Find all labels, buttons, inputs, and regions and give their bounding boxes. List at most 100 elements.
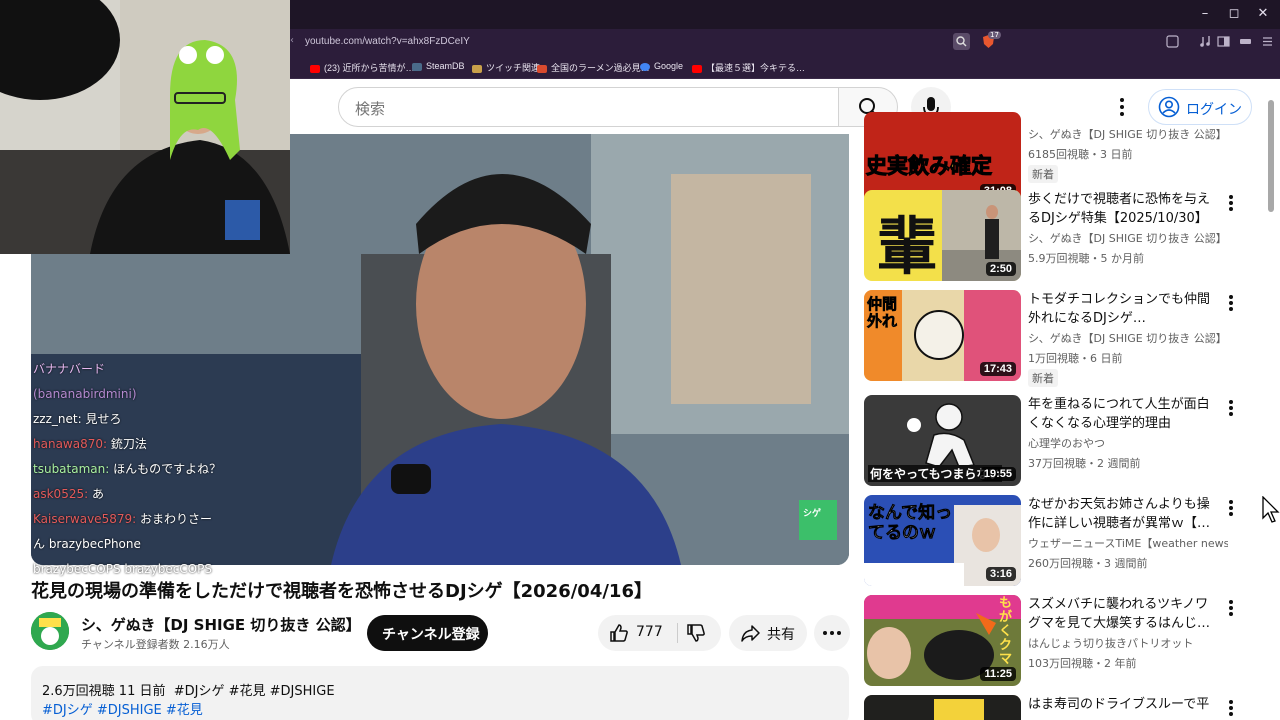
thumbnail-image [864,695,1021,720]
rec-menu-button[interactable] [1224,498,1238,518]
rec-title[interactable]: スズメバチに襲われるツキノワグマを見て大爆笑するはんじ… [1028,595,1216,633]
rec-menu-button[interactable] [1224,698,1238,718]
bookmark-label: SteamDB [426,61,465,71]
thumbnail-text: 史実飲み確定 [866,154,993,179]
video-duration: 19:55 [979,467,1016,481]
page-scrollbar[interactable] [1268,100,1274,212]
rec-menu-button[interactable] [1224,598,1238,618]
like-button[interactable]: 777 [598,615,678,651]
reader-mode-icon[interactable] [1164,33,1181,50]
menu-icon[interactable] [1259,33,1276,50]
google-icon [640,62,650,71]
screen: – ◻ ✕ ‹ youtube.com/watch?v=ahx8FzDCeIY … [0,0,1280,720]
recommendation-item[interactable]: もがくクマ 11:25 スズメバチに襲われるツキノワグマを見て大爆笑するはんじ…… [864,595,1244,690]
video-thumbnail[interactable]: 仲間外れ 17:43 [864,290,1021,381]
mouse-cursor-icon [1262,496,1280,523]
bookmark-label: 全国のラーメン過必見… [551,63,650,73]
rec-channel[interactable]: シ、ゲぬき【DJ SHIGE 切り抜き 公認】 [1028,330,1228,346]
more-vert-icon [1229,600,1233,616]
chat-line: zzz_net: 見せろ [33,407,263,432]
chat-line: (bananabirdmini) [33,382,263,407]
sidebar-icon[interactable] [1215,33,1232,50]
recommendation-item[interactable]: 仲間外れ 17:43 トモダチコレクションでも仲間外れになるDJシゲ… シ、ゲぬ… [864,290,1244,387]
thumbnail-text: 輩 [876,210,939,281]
bookmark-item[interactable]: ツイッチ関連 [472,61,540,74]
rec-menu-button[interactable] [1224,398,1238,418]
share-icon [741,625,760,642]
chat-username: バナナバード [33,362,106,376]
video-thumbnail[interactable]: 輩 2:50 [864,190,1021,281]
more-vert-icon [1229,700,1233,716]
media-icon[interactable] [1197,33,1214,50]
rec-menu-button[interactable] [1224,193,1238,213]
ramen-site-icon [537,64,547,73]
more-vert-icon [1229,295,1233,311]
rec-title[interactable]: 歩くだけで視聴者に恐怖を与えるDJシゲ特集【2025/10/30】 [1028,190,1216,228]
rec-title[interactable]: トモダチコレクションでも仲間外れになるDJシゲ… [1028,290,1216,328]
rec-channel[interactable]: 心理学のおやつ [1028,435,1228,451]
rec-channel[interactable]: はんじょう切り抜きパトリオット [1028,635,1228,651]
hashtag-links[interactable]: #DJシゲ #DJSHIGE #花見 [42,699,203,718]
chat-line: tsubataman: ほんものですよね？ [33,457,263,482]
rec-title[interactable]: はま寿司のドライブスルーで平 [1028,695,1216,714]
maximize-button[interactable]: ◻ [1219,6,1249,21]
video-thumbnail[interactable] [864,695,1021,720]
video-thumbnail[interactable]: なんで知ってるのｗ 3:16 [864,495,1021,586]
bookmark-item[interactable]: (23) 近所から苦情が… [310,61,415,74]
description-box[interactable]: 2.6万回視聴 11 日前 #DJシゲ #花見 #DJSHIGE #DJシゲ #… [31,666,849,720]
inline-tags[interactable]: #DJシゲ #花見 #DJSHIGE [174,684,335,699]
rec-title[interactable]: 年を重ねるにつれて人生が面白くなくなる心理学的理由 [1028,395,1216,433]
close-button[interactable]: ✕ [1248,6,1278,21]
zoom-icon[interactable] [953,33,970,50]
like-count: 777 [636,624,663,640]
wallet-icon[interactable] [1237,33,1254,50]
brave-shield-icon[interactable]: 17 [980,31,1001,50]
minimize-button[interactable]: – [1190,6,1220,21]
more-actions-button[interactable] [814,615,850,651]
video-thumbnail[interactable]: もがくクマ 11:25 [864,595,1021,686]
chat-message: ん brazybecPhone [33,537,141,551]
rec-meta: 37万回視聴・2 週間前 [1028,457,1141,470]
channel-name[interactable]: シ、ゲぬき【DJ SHIGE 切り抜き 公認】 [81,614,361,635]
dislike-button[interactable] [678,615,721,651]
bookmark-label: Google [654,61,684,71]
youtube-icon [310,64,320,73]
video-duration: 2:50 [985,262,1016,276]
webcam-overlay [0,0,290,254]
rec-menu-button[interactable] [1224,293,1238,313]
video-duration: 3:16 [985,567,1016,581]
thumbs-down-icon [687,624,705,642]
bookmark-item[interactable]: Google [640,61,683,71]
bookmark-item[interactable]: 全国のラーメン過必見… [537,61,650,74]
recommendation-item[interactable]: はま寿司のドライブスルーで平 [864,695,1244,720]
thumbs-up-icon [610,624,628,642]
recommendation-item[interactable]: なんで知ってるのｗ 3:16 なぜかお天気お姉さんよりも操作に詳しい視聴者が異常… [864,495,1244,590]
chat-line: ask0525: あ [33,482,263,507]
rec-meta: 260万回視聴・3 週間前 [1028,557,1148,570]
chat-message: 見せろ [85,412,122,426]
subscribe-button[interactable]: チャンネル登録 [367,615,488,651]
rec-channel[interactable]: シ、ゲぬき【DJ SHIGE 切り抜き 公認】 [1028,230,1228,246]
subscriber-count: チャンネル登録者数 2.16万人 [81,638,230,651]
bookmark-item[interactable]: 【最速５選】今キテる… [692,61,805,74]
recommendation-item[interactable]: 輩 2:50 歩くだけで視聴者に恐怖を与えるDJシゲ特集【2025/10/30】… [864,190,1244,285]
more-vert-icon [1229,500,1233,516]
rec-meta: 5.9万回視聴・5 か月前 [1028,252,1144,265]
recommendation-item[interactable]: 何をやってもつまらない 19:55 年を重ねるにつれて人生が面白くなくなる心理学… [864,395,1244,490]
bookmark-item[interactable]: SteamDB [412,61,465,71]
rec-meta: 6185回視聴・3 日前 [1028,148,1133,161]
rec-channel[interactable]: シ、ゲぬき【DJ SHIGE 切り抜き 公認】 [1028,126,1228,142]
video-thumbnail[interactable]: 何をやってもつまらない 19:55 [864,395,1021,486]
video-title: 花見の現場の準備をしただけで視聴者を恐怖させるDJシゲ【2026/04/16】 [31,581,652,602]
rec-title[interactable]: なぜかお天気お姉さんよりも操作に詳しい視聴者が異常ｗ【… [1028,495,1216,533]
rec-channel[interactable]: ウェザーニュースTiME【weather news li… [1028,535,1228,551]
bookmark-label: ツイッチ関連 [486,63,541,73]
channel-avatar[interactable] [31,612,69,650]
search-input[interactable]: 検索 [338,87,839,127]
share-button[interactable]: 共有 [729,615,807,651]
chat-message: 銃刀法 [110,437,147,451]
url-text[interactable]: youtube.com/watch?v=ahx8FzDCeIY [305,36,470,47]
site-info-icon[interactable]: ‹ [290,35,294,46]
chat-username: tsubataman: [33,462,110,476]
chat-message: おまわりさー [139,512,212,526]
